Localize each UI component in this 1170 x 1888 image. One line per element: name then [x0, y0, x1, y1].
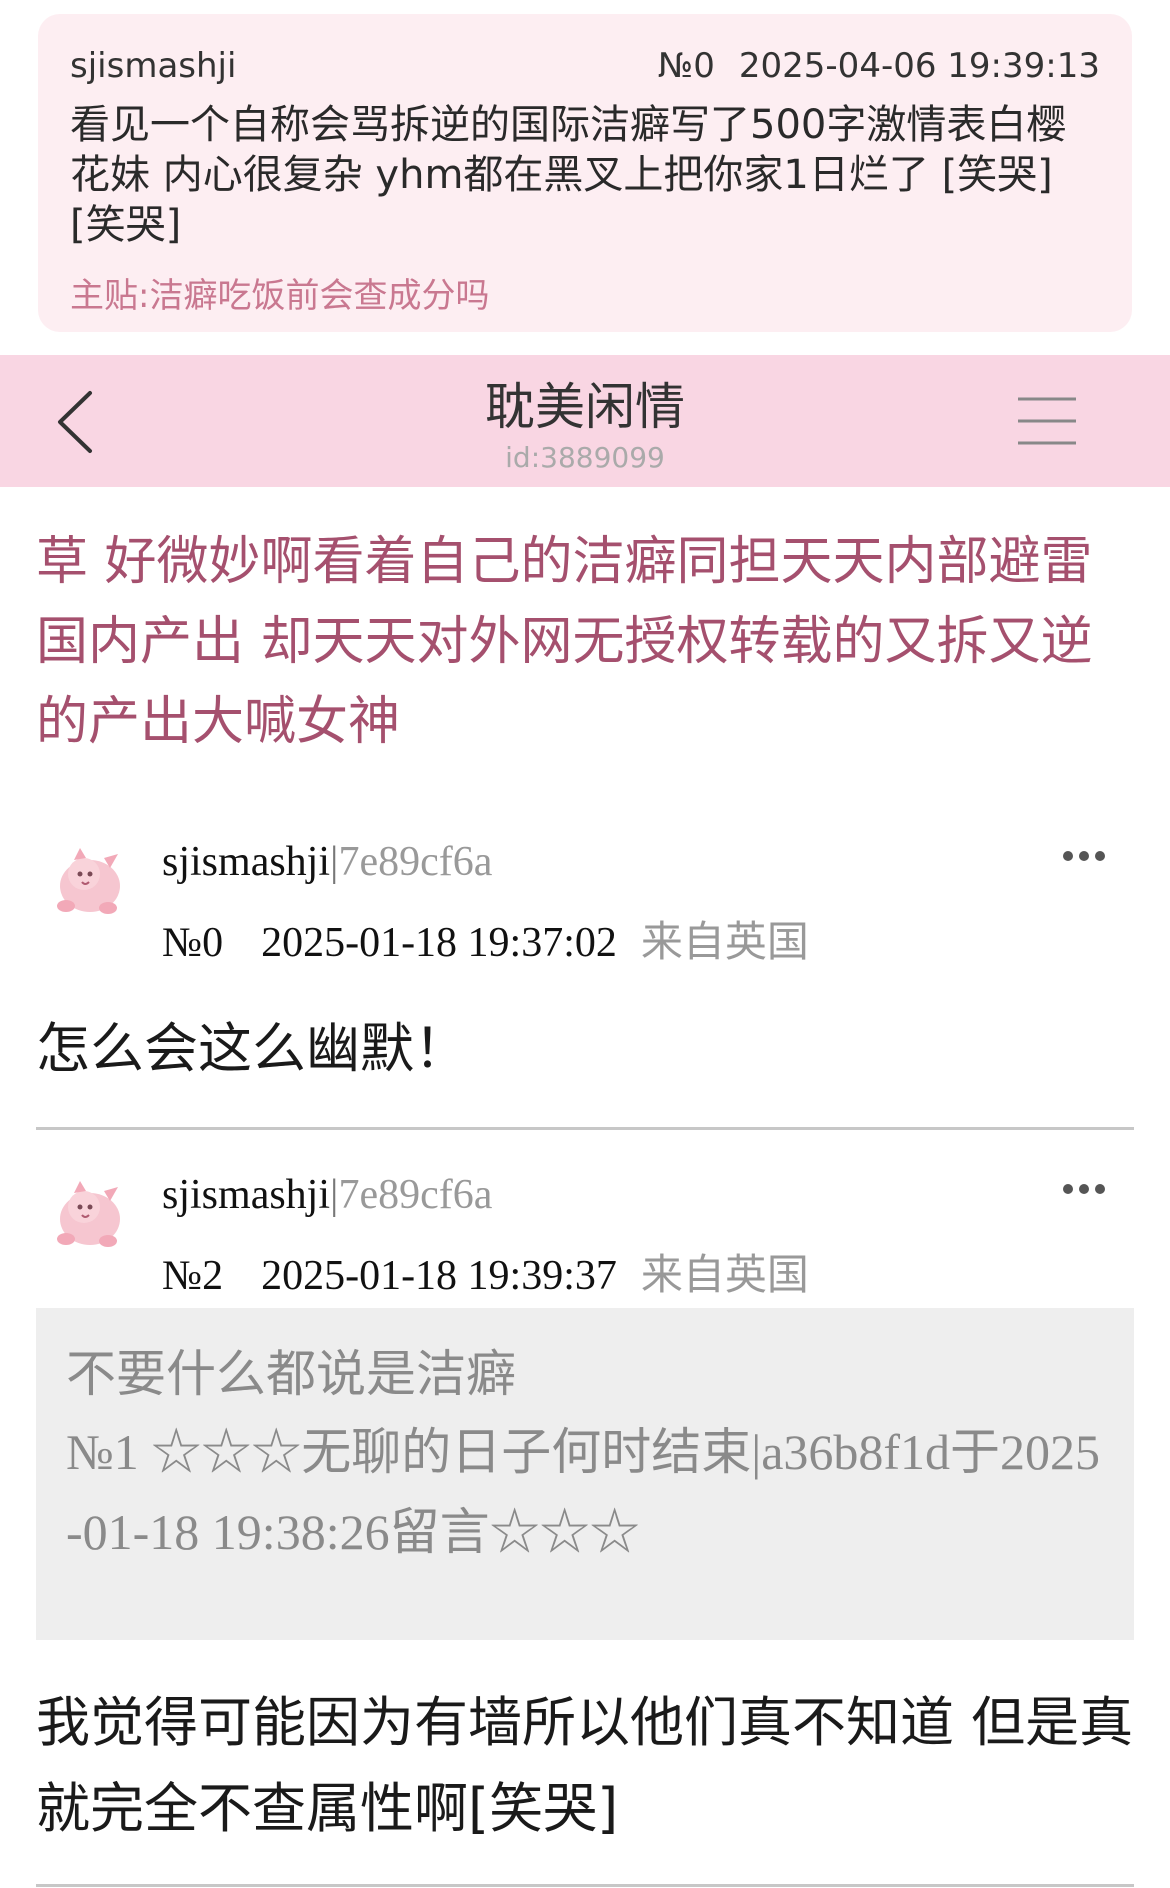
top-nav-bar: 耽美闲情 id:3889099 — [0, 355, 1170, 487]
thread-title: 草 好微妙啊看着自己的洁癖同担天天内部避雷国内产出 却天天对外网无授权转载的又拆… — [36, 532, 1093, 752]
quoted-post-card[interactable]: sjismashji №0 2025-04-06 19:39:13 看见一个自称… — [38, 14, 1132, 332]
quoted-reply-box[interactable]: 不要什么都说是洁癖 №1 ☆☆☆无聊的日子何时结束|a36b8f1d于2025-… — [36, 1308, 1134, 1640]
post-floor: №0 — [162, 920, 224, 966]
board-title: 耽美闲情 — [485, 378, 685, 436]
quoted-post-source-link[interactable]: 主贴:洁癖吃饭前会查成分吗 — [70, 268, 1100, 317]
post-time: 2025-01-18 19:37:02 — [261, 920, 617, 966]
quoted-reply-meta: №1 ☆☆☆无聊的日子何时结束|a36b8f1d于2025-01-18 19:3… — [66, 1424, 1101, 1560]
post-location: 来自英国 — [640, 1250, 809, 1299]
post-time: 2025-01-18 19:39:37 — [261, 1253, 617, 1299]
author-hash: 7e89cf6a — [338, 1172, 493, 1218]
post-meta-line: №0 2025-01-18 19:37:02 来自英国 — [162, 908, 809, 969]
post-floor: №2 — [162, 1253, 224, 1299]
quoted-post-meta: №0 2025-04-06 19:39:13 — [658, 46, 1100, 86]
quoted-post-time: 2025-04-06 19:39:13 — [738, 46, 1100, 86]
post-location: 来自英国 — [640, 917, 809, 966]
more-dots-icon[interactable] — [1060, 1179, 1108, 1199]
more-dots-icon[interactable] — [1060, 846, 1108, 866]
post-divider — [36, 1127, 1134, 1130]
quoted-post-text: 看见一个自称会骂拆逆的国际洁癖写了500字激情表白樱花妹 内心很复杂 yhm都在… — [70, 102, 1067, 248]
avatar[interactable] — [44, 834, 134, 924]
board-id: id:3889099 — [505, 441, 665, 474]
avatar[interactable] — [44, 1167, 134, 1257]
post-author-line: sjismashji|7e89cf6a — [162, 838, 492, 886]
quoted-post-header: sjismashji №0 2025-04-06 19:39:13 — [70, 38, 1100, 94]
post-author[interactable]: sjismashji — [162, 839, 330, 885]
post-content: 怎么会这么幽默！ — [36, 1017, 468, 1080]
quoted-post-floor: №0 — [657, 46, 715, 86]
post-author-line: sjismashji|7e89cf6a — [162, 1171, 492, 1219]
quoted-reply-text: 不要什么都说是洁癖 — [66, 1345, 516, 1403]
post-divider — [36, 1884, 1134, 1887]
quoted-post-user: sjismashji — [70, 46, 237, 86]
menu-icon[interactable] — [1016, 393, 1078, 449]
post-author[interactable]: sjismashji — [162, 1172, 330, 1218]
author-hash: 7e89cf6a — [338, 839, 493, 885]
post-content: 我觉得可能因为有墙所以他们真不知道 但是真就完全不查属性啊[笑哭] — [36, 1691, 1134, 1840]
post-meta-line: №2 2025-01-18 19:39:37 来自英国 — [162, 1241, 809, 1302]
